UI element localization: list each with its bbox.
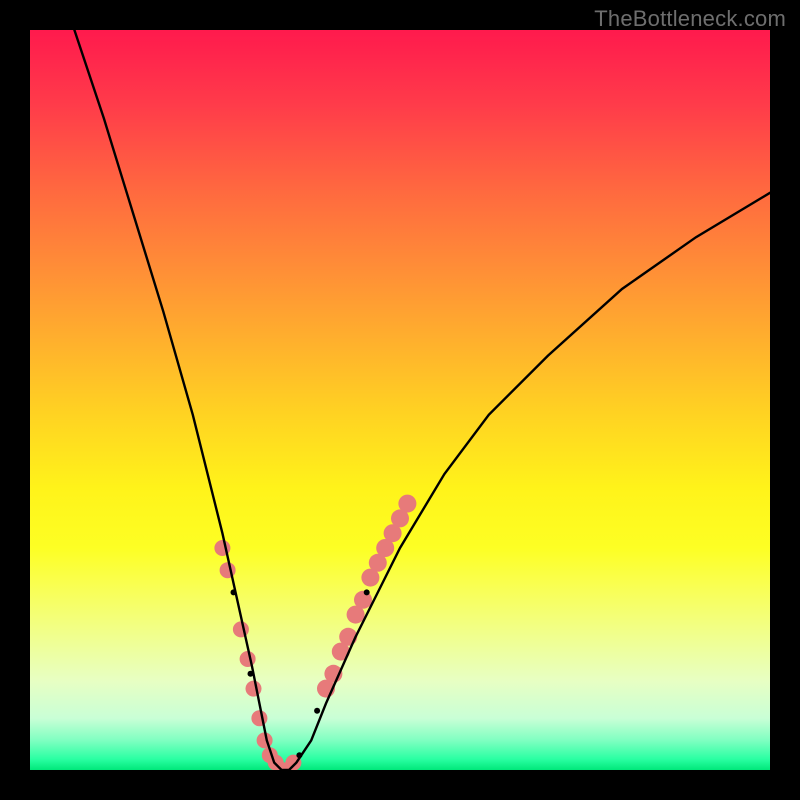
bottleneck-curve	[74, 30, 770, 770]
marker-left-cluster	[220, 562, 236, 578]
curve-dot	[248, 671, 254, 677]
curve-dot	[314, 708, 320, 714]
curve-dot	[231, 589, 237, 595]
curve-dot	[296, 752, 302, 758]
watermark-text: TheBottleneck.com	[594, 6, 786, 32]
marker-left-cluster	[251, 710, 267, 726]
marker-left-cluster	[246, 681, 262, 697]
curve-dot	[364, 589, 370, 595]
marker-left-cluster	[240, 651, 256, 667]
plot-area	[30, 30, 770, 770]
marker-right-cluster	[398, 495, 416, 513]
outer-frame: TheBottleneck.com	[0, 0, 800, 800]
marker-left-cluster	[233, 621, 249, 637]
chart-svg	[30, 30, 770, 770]
